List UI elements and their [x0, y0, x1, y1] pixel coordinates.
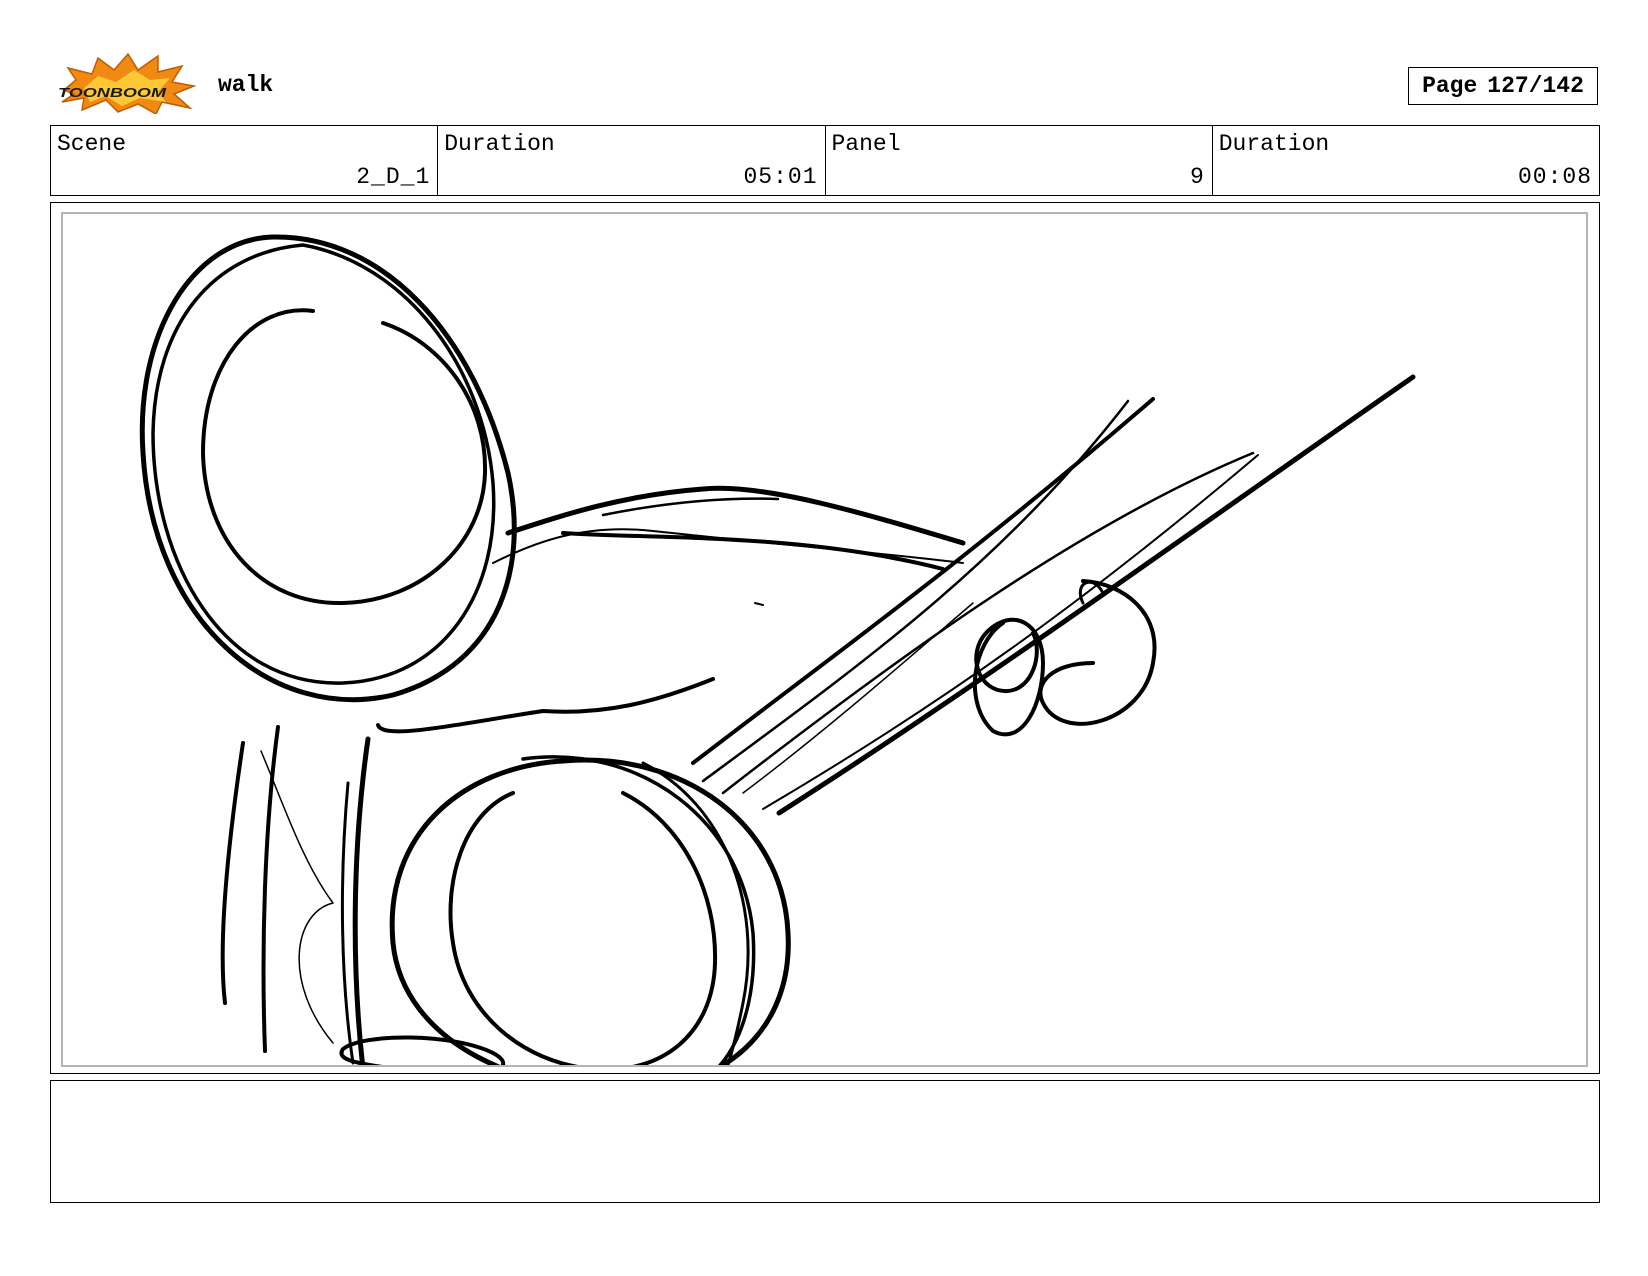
scene-cell: Scene 2_D_1 — [51, 126, 439, 195]
panel-notes-text — [51, 1081, 1599, 1097]
vertical-stroke-3 — [352, 736, 371, 1065]
upper-handle-2 — [561, 531, 945, 571]
storyboard-panel — [50, 202, 1600, 1074]
bottom-loop — [339, 1035, 506, 1065]
scene-info-table: Scene 2_D_1 Duration 05:01 Panel 9 Durat… — [50, 125, 1600, 196]
panel-notes-area — [50, 1080, 1600, 1203]
rough-sketch-drawing — [139, 234, 1416, 1065]
small-mark — [754, 602, 764, 606]
scene-duration-cell: Duration 05:01 — [438, 126, 826, 195]
panel-duration-cell: Duration 00:08 — [1213, 126, 1599, 195]
vertical-stroke-4 — [340, 781, 355, 1065]
scene-duration-label: Duration — [444, 131, 555, 157]
toonboom-logo: TOONBOOM — [58, 52, 196, 114]
logo-text: TOONBOOM — [58, 85, 168, 100]
page-indicator: Page 127/142 — [1408, 67, 1598, 105]
lower-ring-outer-3 — [641, 761, 750, 1065]
panel-label: Panel — [831, 131, 901, 157]
upper-ring-inner — [201, 308, 488, 606]
hand-loop-2 — [1038, 579, 1157, 726]
project-title: walk — [218, 72, 274, 98]
panel-duration-value: 00:08 — [1517, 164, 1592, 190]
scene-value: 2_D_1 — [356, 164, 431, 190]
scene-label: Scene — [57, 131, 127, 157]
panel-duration-label: Duration — [1218, 131, 1330, 157]
diagonal-stroke-3 — [721, 451, 1255, 795]
lower-ring-inner — [448, 791, 718, 1065]
vertical-stroke-1 — [220, 741, 245, 1005]
page-number: 127/142 — [1487, 73, 1584, 99]
panel-value: 9 — [1189, 164, 1205, 190]
upper-ring-outer — [139, 234, 517, 703]
panel-cell: Panel 9 — [826, 126, 1213, 195]
scene-duration-value: 05:01 — [743, 164, 818, 190]
page-label: Page — [1422, 73, 1478, 99]
panel-drawing-area — [61, 212, 1588, 1067]
lower-arc — [376, 677, 715, 734]
